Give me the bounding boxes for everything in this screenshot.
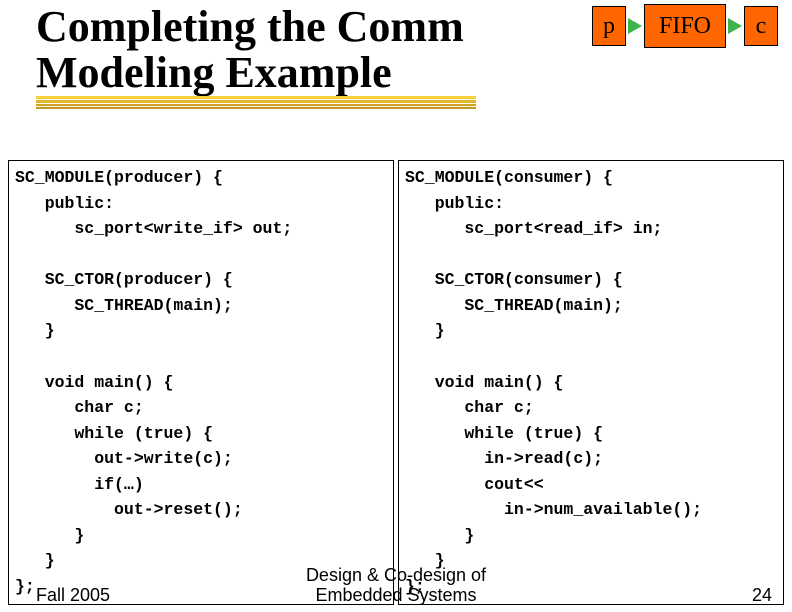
title-underline: [36, 96, 476, 110]
title-line-2: Modeling Example: [36, 50, 772, 96]
producer-box: p: [592, 6, 626, 46]
fifo-box: FIFO: [644, 4, 726, 48]
slide-number: 24: [752, 585, 772, 606]
footer-center: Design & Co-design of Embedded Systems: [0, 565, 792, 606]
arrow-icon: [628, 18, 642, 34]
code-columns: SC_MODULE(producer) { public: sc_port<wr…: [8, 160, 784, 605]
producer-code: SC_MODULE(producer) { public: sc_port<wr…: [8, 160, 394, 605]
arrow-icon: [728, 18, 742, 34]
footer-center-line-2: Embedded Systems: [0, 585, 792, 606]
consumer-box: c: [744, 6, 778, 46]
fifo-diagram: p FIFO c: [592, 4, 778, 48]
consumer-code: SC_MODULE(consumer) { public: sc_port<re…: [398, 160, 784, 605]
footer-center-line-1: Design & Co-design of: [0, 565, 792, 586]
